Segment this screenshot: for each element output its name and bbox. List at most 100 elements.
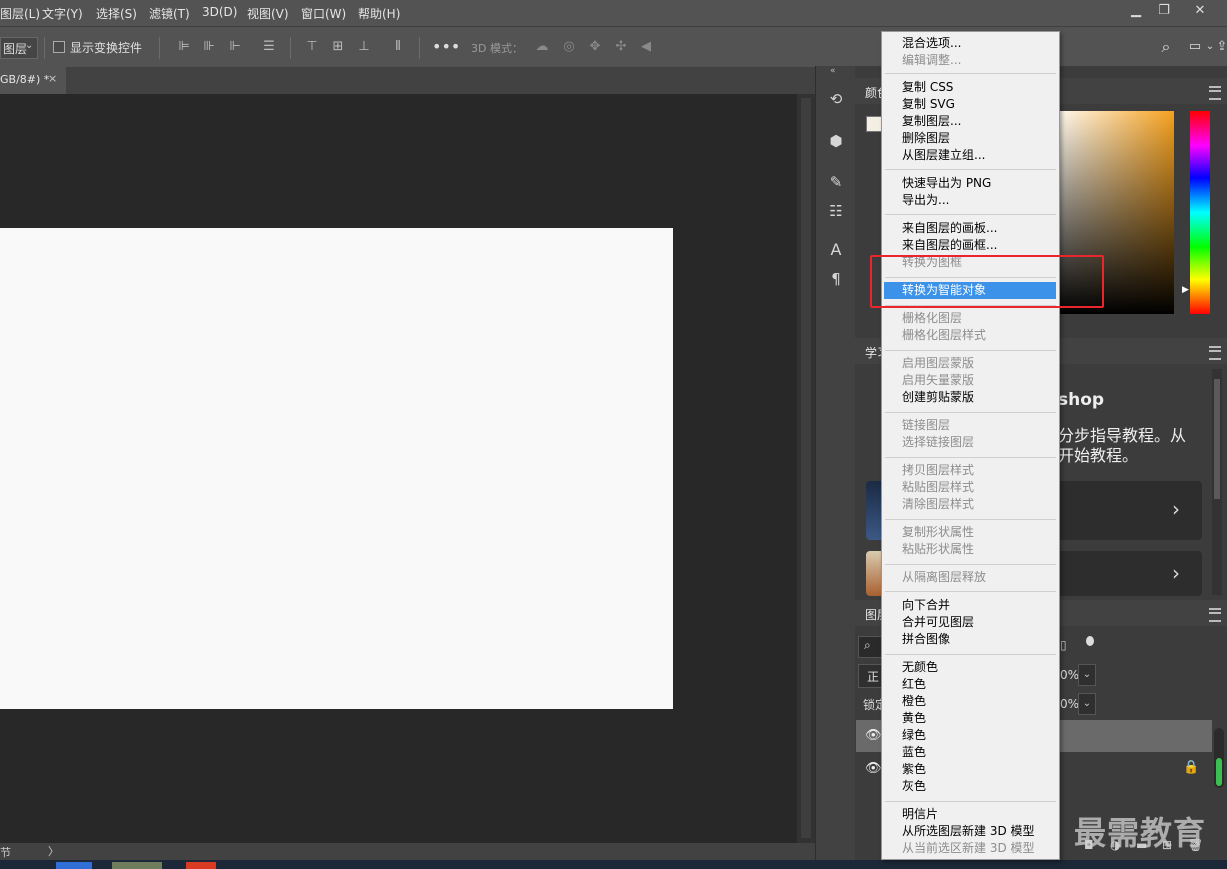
menu-item-blending-options[interactable]: 混合选项... (902, 35, 961, 52)
menu-window[interactable]: 窗口(W) (301, 5, 346, 22)
menu-item-release-from-isolation[interactable]: 从隔离图层释放 (902, 569, 986, 586)
character-icon[interactable]: A (825, 239, 847, 261)
menu-item-export-as[interactable]: 导出为... (902, 192, 949, 209)
paragraph-icon[interactable]: ¶ (825, 268, 847, 290)
fill-value[interactable]: 0% (1060, 697, 1079, 711)
menu-item-copy-shape-attributes[interactable]: 复制形状属性 (902, 524, 974, 541)
foreground-color-swatch[interactable] (866, 116, 882, 132)
share-icon[interactable]: ⇪ (1214, 39, 1227, 55)
chevron-down-icon[interactable]: ⌄ (1078, 693, 1096, 715)
menu-item-group-from-layers[interactable]: 从图层建立组... (902, 147, 985, 164)
menu-item-frame-from-layers[interactable]: 来自图层的画框... (902, 237, 997, 254)
layers-scrollbar[interactable] (1214, 728, 1224, 788)
menu-item-copy-svg[interactable]: 复制 SVG (902, 96, 955, 113)
workspace-icon[interactable]: ▭ (1187, 39, 1203, 55)
menu-item-new-3d-from-layer[interactable]: 从所选图层新建 3D 模型 (902, 823, 1035, 840)
menu-item-clear-layer-style[interactable]: 清除图层样式 (902, 496, 974, 513)
show-transform-checkbox[interactable] (53, 41, 65, 53)
panel-menu-icon[interactable] (1209, 86, 1221, 100)
distribute-icon[interactable]: ☰ (261, 39, 277, 55)
menu-item-color-orange[interactable]: 橙色 (902, 693, 926, 710)
menu-item-merge-down[interactable]: 向下合并 (902, 597, 950, 614)
menu-item-copy-css[interactable]: 复制 CSS (902, 79, 953, 96)
menu-item-color-red[interactable]: 红色 (902, 676, 926, 693)
collapse-dock-icon[interactable]: « (830, 66, 836, 76)
document-canvas[interactable] (0, 228, 673, 709)
menu-item-duplicate-layer[interactable]: 复制图层... (902, 113, 961, 130)
panel-menu-icon[interactable] (1209, 608, 1221, 622)
menu-item-enable-vector-mask[interactable]: 启用矢量蒙版 (902, 372, 974, 389)
menu-item-quick-export-png[interactable]: 快速导出为 PNG (902, 175, 991, 192)
learn-scrollbar[interactable] (1212, 369, 1222, 595)
chevron-down-icon[interactable]: ⌄ (1078, 664, 1096, 686)
taskbar-app-icon[interactable] (56, 862, 92, 869)
menu-select[interactable]: 选择(S) (96, 5, 137, 22)
scrollbar-thumb[interactable] (1216, 758, 1222, 786)
menu-layer[interactable]: 图层(L) (0, 5, 40, 22)
filter-toggle-icon[interactable] (1086, 636, 1094, 646)
align-vcenter-icon[interactable]: ⊞ (330, 39, 346, 55)
menu-item-color-green[interactable]: 绿色 (902, 727, 926, 744)
scrollbar-thumb[interactable] (1214, 379, 1220, 499)
eye-icon[interactable]: 👁 (865, 728, 882, 743)
chevron-right-icon[interactable]: › (1172, 561, 1180, 585)
menu-item-enable-layer-mask[interactable]: 启用图层蒙版 (902, 355, 974, 372)
chevron-right-icon[interactable]: › (1172, 497, 1180, 521)
history-icon[interactable]: ⟲ (825, 88, 847, 110)
eye-icon[interactable]: 👁 (865, 761, 882, 776)
menu-help[interactable]: 帮助(H) (358, 5, 400, 22)
menu-item-color-yellow[interactable]: 黄色 (902, 710, 926, 727)
menu-item-flatten-image[interactable]: 拼合图像 (902, 631, 950, 648)
menu-item-create-clipping-mask[interactable]: 创建剪贴蒙版 (902, 389, 974, 406)
menu-item-paste-shape-attributes[interactable]: 粘贴形状属性 (902, 541, 974, 558)
hue-slider[interactable] (1190, 111, 1210, 314)
3d-orbit-icon[interactable]: ☁ (534, 39, 550, 55)
menu-item-paste-layer-style[interactable]: 粘贴图层样式 (902, 479, 974, 496)
align-top-icon[interactable]: ⊤ (304, 39, 320, 55)
filter-smart-object-icon[interactable]: ▯ (1060, 638, 1067, 652)
menu-filter[interactable]: 滤镜(T) (149, 5, 190, 22)
scrollbar-thumb[interactable] (801, 98, 811, 838)
blend-mode-dropdown[interactable]: 正 (858, 664, 882, 688)
menu-item-color-violet[interactable]: 紫色 (902, 761, 926, 778)
menu-3d[interactable]: 3D(D) (202, 5, 237, 19)
menu-item-rasterize-layer[interactable]: 栅格化图层 (902, 310, 962, 327)
document-tab[interactable]: GB/8#) * × (0, 67, 66, 94)
close-icon[interactable]: ✕ (1183, 0, 1217, 22)
3d-roll-icon[interactable]: ◎ (561, 39, 577, 55)
canvas-vertical-scrollbar[interactable] (797, 94, 815, 843)
taskbar-app-icon[interactable] (112, 862, 162, 869)
3d-slide-icon[interactable]: ✣ (613, 39, 629, 55)
layer-select-dropdown[interactable]: 图层 ⌄ (0, 37, 38, 59)
menu-item-color-none[interactable]: 无颜色 (902, 659, 938, 676)
distribute-vertical-icon[interactable]: ⫴ (390, 39, 406, 55)
menu-item-color-blue[interactable]: 蓝色 (902, 744, 926, 761)
restore-icon[interactable]: ❐ (1147, 0, 1181, 22)
menu-item-copy-layer-style[interactable]: 拷贝图层样式 (902, 462, 974, 479)
menu-item-merge-visible[interactable]: 合并可见图层 (902, 614, 974, 631)
hue-slider-pointer-icon[interactable]: ▶ (1182, 285, 1189, 295)
3d-pan-icon[interactable]: ✥ (587, 39, 603, 55)
search-icon[interactable]: ⌕ (1158, 39, 1174, 55)
brush-icon[interactable]: ✎ (825, 171, 847, 193)
menu-item-select-linked-layers[interactable]: 选择链接图层 (902, 434, 974, 451)
3d-icon[interactable]: ⬢ (825, 130, 847, 152)
align-left-icon[interactable]: ⊫ (176, 39, 192, 55)
panel-menu-icon[interactable] (1209, 346, 1221, 360)
more-options-icon[interactable]: ••• (432, 39, 460, 55)
status-arrow-icon[interactable]: 〉 (48, 843, 59, 859)
menu-item-delete-layer[interactable]: 删除图层 (902, 130, 950, 147)
align-bottom-icon[interactable]: ⊥ (356, 39, 372, 55)
menu-item-edit-adjustment[interactable]: 编辑调整... (902, 52, 961, 69)
menu-type[interactable]: 文字(Y) (42, 5, 83, 22)
menu-item-new-3d-from-selection[interactable]: 从当前选区新建 3D 模型 (902, 840, 1035, 857)
opacity-value[interactable]: 0% (1060, 668, 1079, 682)
menu-item-rasterize-layer-style[interactable]: 栅格化图层样式 (902, 327, 986, 344)
menu-view[interactable]: 视图(V) (247, 5, 289, 22)
close-tab-icon[interactable]: × (48, 72, 57, 85)
align-right-icon[interactable]: ⊩ (227, 39, 243, 55)
align-hcenter-icon[interactable]: ⊪ (201, 39, 217, 55)
adjust-icon[interactable]: ☷ (825, 200, 847, 222)
taskbar-app-icon[interactable] (186, 862, 216, 869)
layer-filter-input[interactable]: ⌕ (858, 636, 882, 658)
